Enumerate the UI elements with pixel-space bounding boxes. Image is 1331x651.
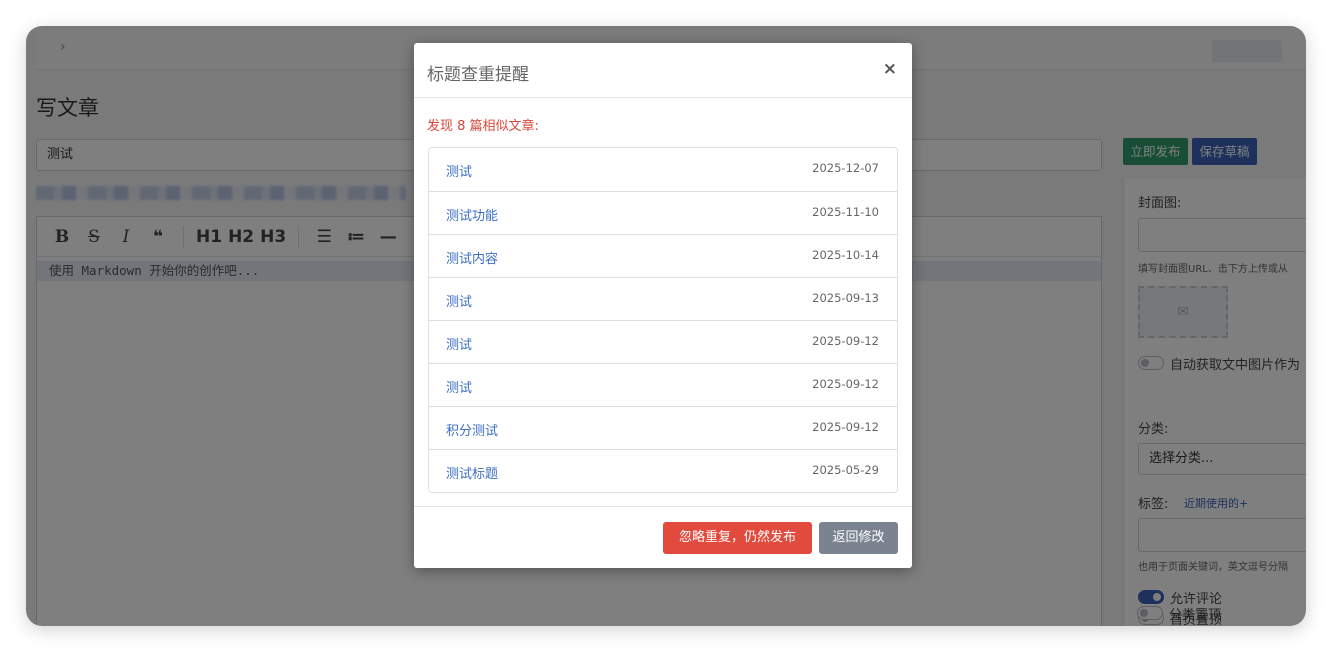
article-title-link[interactable]: 测试 (446, 334, 472, 353)
list-item[interactable]: 测试 2025-09-12 (429, 320, 897, 363)
article-date: 2025-09-12 (812, 334, 879, 348)
article-title-link[interactable]: 测试标题 (446, 463, 498, 482)
article-title-link[interactable]: 测试 (446, 377, 472, 396)
back-to-edit-button[interactable]: 返回修改 (819, 522, 898, 554)
article-date: 2025-09-12 (812, 377, 879, 391)
article-date: 2025-09-12 (812, 420, 879, 434)
article-title-link[interactable]: 测试 (446, 291, 472, 310)
list-item[interactable]: 测试标题 2025-05-29 (429, 449, 897, 492)
article-title-link[interactable]: 测试 (446, 161, 472, 180)
modal-title: 标题查重提醒 (427, 65, 529, 85)
article-date: 2025-10-14 (812, 248, 879, 262)
list-item[interactable]: 积分测试 2025-09-12 (429, 406, 897, 449)
list-item[interactable]: 测试功能 2025-11-10 (429, 191, 897, 234)
list-item[interactable]: 测试内容 2025-10-14 (429, 234, 897, 277)
article-date: 2025-09-13 (812, 291, 879, 305)
list-item[interactable]: 测试 2025-09-12 (429, 363, 897, 406)
article-title-link[interactable]: 测试功能 (446, 205, 498, 224)
list-item[interactable]: 测试 2025-09-13 (429, 277, 897, 320)
duplicate-title-modal: 标题查重提醒 × 发现 8 篇相似文章: 测试 2025-12-07 测试功能 20… (414, 43, 912, 568)
app-window: › 写文章 测试 B S I ❝ H1 H2 H3 ☰ ≔ — 使用 Markd… (26, 26, 1306, 626)
article-title-link[interactable]: 积分测试 (446, 420, 498, 439)
ignore-and-publish-button[interactable]: 忽略重复，仍然发布 (663, 522, 812, 554)
modal-header: 标题查重提醒 × (414, 43, 912, 98)
close-icon[interactable]: × (883, 59, 897, 79)
article-title-link[interactable]: 测试内容 (446, 248, 498, 267)
list-item[interactable]: 测试 2025-12-07 (429, 148, 897, 191)
article-date: 2025-05-29 (812, 463, 879, 477)
similar-count-text: 发现 8 篇相似文章: (427, 119, 539, 134)
article-date: 2025-12-07 (812, 161, 879, 175)
similar-articles-list: 测试 2025-12-07 测试功能 2025-11-10 测试内容 2025-10-… (428, 147, 898, 493)
article-date: 2025-11-10 (812, 205, 879, 219)
modal-footer: 忽略重复，仍然发布 返回修改 (414, 506, 912, 568)
